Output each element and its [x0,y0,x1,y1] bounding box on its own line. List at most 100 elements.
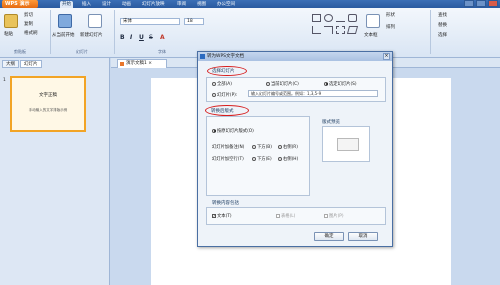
checkbox-checked-icon: ✓ [212,213,216,218]
note-right-label: 右侧(R) [283,145,298,150]
slides-group-label: 幻灯片 [76,49,88,54]
window-controls [464,0,498,8]
ok-button[interactable]: 确定 [314,232,344,241]
dialog-close-button[interactable]: × [383,53,390,60]
tab-outline[interactable]: 大纲 [2,60,19,68]
bold-button[interactable]: B [120,34,125,41]
slide-range-input[interactable]: 输入幻灯片编号或范围。例如：1,3,5-9 [248,90,378,97]
dashed-shape-icon[interactable] [336,26,345,34]
text-box-button[interactable]: 文本框 [364,32,378,38]
connector-shape-icon[interactable] [312,26,321,34]
rectangle-shape-icon[interactable] [312,14,321,22]
content-label: 转换内容包括 [212,201,239,206]
tab-slides[interactable]: 幻灯片 [20,60,42,68]
select-slides-label: 选择幻灯片 [212,69,235,74]
parallelogram-shape-icon[interactable] [346,26,359,34]
app-menu-button[interactable]: WPS 演示 [2,0,38,8]
font-color-button[interactable]: A [160,34,165,41]
preview-page-icon [337,138,359,151]
all-slides-option[interactable]: 全部(A) [212,81,232,87]
paste-icon[interactable] [4,14,18,28]
select-button[interactable]: 选择 [438,32,447,38]
text-box-icon[interactable] [366,14,380,28]
tab-slideshow[interactable]: 幻灯片放映 [140,1,167,8]
rounded-rect-shape-icon[interactable] [348,14,357,22]
radio-icon [212,92,216,97]
checkbox-icon [276,213,280,218]
convert-to-wps-writer-dialog: 转为WPS文字文档 × 选择幻灯片 全部(A) 当前幻灯片(C) 选定幻灯片(S… [197,51,393,247]
dialog-title: 转为WPS文字文档 [207,54,245,59]
shapes-button[interactable]: 形状 [386,12,395,18]
tab-home[interactable]: 开始 [60,1,73,8]
from-current-button[interactable]: 从当前开始 [52,32,75,38]
tab-insert[interactable]: 插入 [80,1,93,8]
text-checkbox-label: 文本(T) [217,214,232,219]
radio-icon [252,156,256,161]
table-checkbox[interactable]: 表格(L) [276,213,295,219]
document-tab-label: 演示文稿1 × [126,61,153,66]
paste-label[interactable]: 粘贴 [4,31,13,37]
find-button[interactable]: 查找 [438,12,447,18]
dialog-title-bar: 转为WPS文字文档 × [198,52,392,61]
new-slide-button[interactable]: 新建幻灯片 [80,32,103,38]
keep-layout-option[interactable]: 按原幻灯片版式(O) [212,128,254,134]
current-slide-option[interactable]: 当前幻灯片(C) [266,81,299,87]
all-slides-label: 全部(A) [217,82,232,87]
cancel-button[interactable]: 取消 [348,232,378,241]
clipboard-group-label: 剪贴板 [14,49,26,54]
radio-icon [278,144,282,149]
replace-button[interactable]: 替换 [438,22,447,28]
minimize-button[interactable] [464,0,474,7]
font-name-select[interactable]: 宋体 [120,18,180,25]
font-size-select[interactable]: 18 [184,18,204,25]
new-slide-icon[interactable] [88,14,102,28]
image-checkbox[interactable]: 图片(P) [324,213,344,219]
underline-button[interactable]: U [139,34,144,41]
strikethrough-button[interactable]: S [149,34,153,41]
text-checkbox[interactable]: ✓文本(T) [212,213,232,219]
slide-range-option[interactable]: 幻灯片(P): [212,92,237,98]
thumbnail-subtitle: 手动输入的文字排版示例 [28,108,68,112]
tab-view[interactable]: 视图 [195,1,208,8]
radio-selected-icon [324,81,328,86]
close-window-button[interactable] [488,0,498,7]
tab-design[interactable]: 设计 [100,1,113,8]
format-painter-button[interactable]: 格式刷 [24,30,38,36]
tab-animation[interactable]: 动画 [120,1,133,8]
thumbnail-title: 文字正稿 [39,93,57,98]
maximize-button[interactable] [476,0,486,7]
blank-right-label: 右侧(H) [283,157,299,162]
note-below-label: 下方(B) [257,145,272,150]
slide-number: 1 [3,78,6,83]
italic-button[interactable]: I [130,34,132,41]
left-pane: 大纲 幻灯片 1 文字正稿 手动输入的文字排版示例 [0,58,110,285]
selected-slides-label: 选定幻灯片(S) [329,82,357,87]
tab-office-space[interactable]: 办公空间 [215,1,237,8]
copy-button[interactable]: 复制 [24,21,33,27]
wps-writer-icon [200,54,205,59]
play-icon[interactable] [58,14,72,28]
line-shape-icon[interactable] [336,14,345,22]
document-tab[interactable]: 演示文稿1 × [117,59,167,68]
blank-right-option[interactable]: 右侧(H) [278,156,298,162]
cut-button[interactable]: 剪切 [24,12,33,18]
radio-icon [252,144,256,149]
layout-preview [322,126,370,162]
arrange-button[interactable]: 排列 [386,24,395,30]
radio-selected-icon [212,128,216,133]
elbow-shape-icon[interactable] [324,26,333,34]
selected-slides-option[interactable]: 选定幻灯片(S) [324,81,357,87]
radio-icon [212,81,216,86]
ellipse-shape-icon[interactable] [324,14,333,22]
slide-thumbnail[interactable]: 文字正稿 手动输入的文字排版示例 [10,76,86,132]
note-right-option[interactable]: 右侧(R) [278,144,298,150]
blank-line-label: 幻灯片加空行(T) [212,157,244,162]
note-on-slide-label: 幻灯片加备注(N) [212,145,245,150]
current-slide-label: 当前幻灯片(C) [271,82,299,87]
slide-range-label: 幻灯片(P): [217,93,238,98]
note-below-option[interactable]: 下方(B) [252,144,272,150]
ribbon-separator [114,10,115,54]
blank-below-label: 下方(E) [257,157,272,162]
tab-review[interactable]: 审阅 [175,1,188,8]
blank-below-option[interactable]: 下方(E) [252,156,272,162]
